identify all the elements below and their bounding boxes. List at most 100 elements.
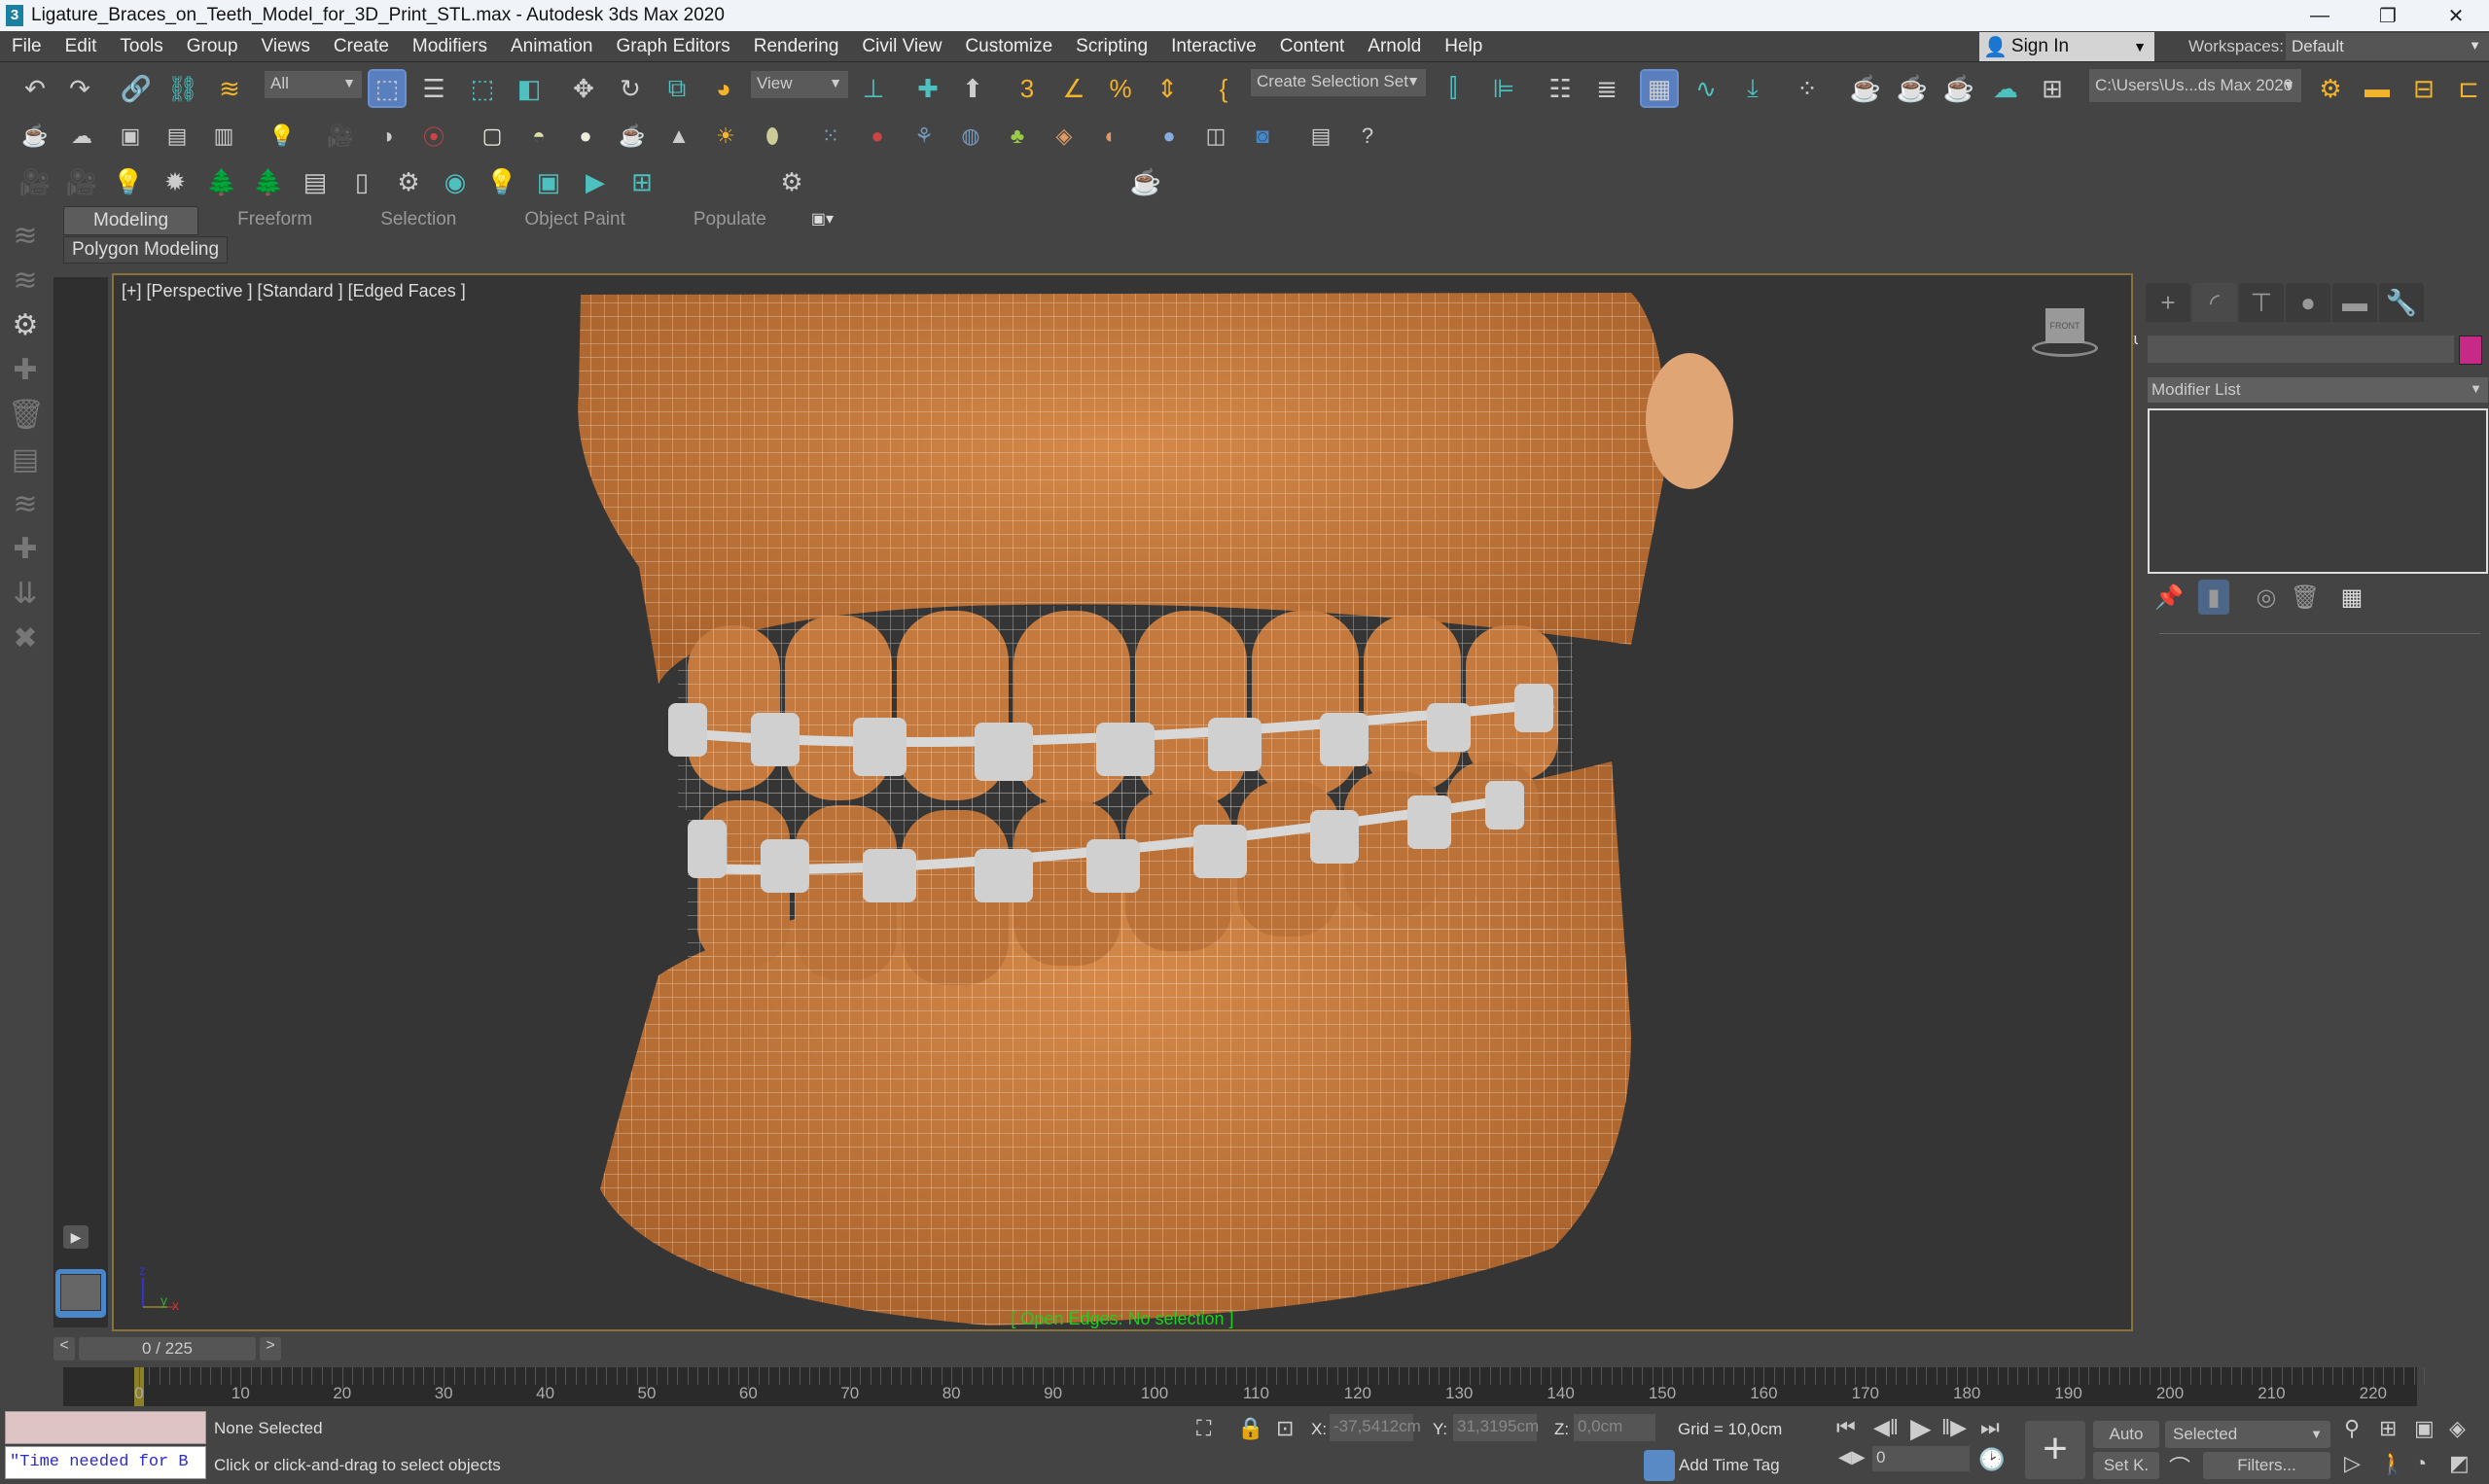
select-object-icon[interactable]: ⬚ <box>368 69 407 108</box>
grid-panel-icon[interactable]: ▥ <box>206 119 241 154</box>
maxscript-listener-output[interactable]: "Time needed for B <box>5 1446 206 1479</box>
ribbon-options-icon[interactable]: ▣▾ <box>805 206 839 235</box>
tree-list-icon[interactable]: ▤ <box>298 164 333 199</box>
add-time-tag-icon[interactable] <box>1644 1450 1675 1481</box>
lens-icon[interactable]: ◉ <box>438 164 473 199</box>
perspective-viewport[interactable]: [+] [Perspective ] [Standard ] [Edged Fa… <box>112 273 2133 1331</box>
project-hierarchy-icon[interactable]: ⊏ <box>2451 71 2486 106</box>
frame-buffer-icon[interactable]: ◙ <box>1245 119 1280 154</box>
keyboard-shortcut-override-icon[interactable]: ⬆ <box>955 71 990 106</box>
menu-group[interactable]: Group <box>175 36 250 57</box>
key-mode-icon[interactable]: ◀▶ <box>1838 1447 1866 1467</box>
render-elements-icon[interactable]: ◫ <box>1198 119 1233 154</box>
selection-filter-dropdown[interactable]: All ▼ <box>265 71 362 98</box>
camera-add-icon[interactable]: 🎥 <box>64 164 99 199</box>
render-window-icon[interactable]: ▣ <box>113 119 148 154</box>
sun-light-icon[interactable]: ☀ <box>708 119 743 154</box>
select-manipulate-icon[interactable]: ✚ <box>910 71 945 106</box>
toggle-ribbon-icon[interactable]: ▦ <box>1640 69 1679 108</box>
play-icon[interactable]: ▶ <box>1910 1412 1932 1444</box>
trees-icon[interactable]: 🌲 <box>204 164 239 199</box>
remove-modifier-icon[interactable]: 🗑 <box>2290 580 2321 615</box>
viewport-layout-icon[interactable]: ▣ <box>531 164 566 199</box>
y-coordinate-field[interactable]: 31,3195cm <box>1453 1414 1539 1441</box>
camera-icon[interactable]: 🎥 <box>323 119 358 154</box>
scene-explorer-icon[interactable]: ☷ <box>1543 71 1578 106</box>
bind-space-warp-icon[interactable]: ≋ <box>212 71 247 106</box>
render-cloud-icon[interactable]: ☁ <box>1988 71 2023 106</box>
menu-content[interactable]: Content <box>1268 36 1357 57</box>
orbit-icon[interactable]: ◔ <box>2414 1451 2427 1476</box>
add-time-tag-label[interactable]: Add Time Tag <box>1679 1456 1780 1475</box>
motion-tab-icon[interactable]: ● <box>2286 283 2330 322</box>
display-tab-icon[interactable]: ▬ <box>2332 283 2377 322</box>
track-bar[interactable]: 0 10 20 30 40 50 60 70 80 90 100 110 120 130 140 150 160… <box>63 1367 2425 1406</box>
box-light-icon[interactable]: ▢ <box>475 119 510 154</box>
zoom-extents-all-icon[interactable]: ◈ <box>2449 1416 2466 1441</box>
key-filters-button[interactable]: Filters... <box>2203 1452 2330 1479</box>
move-icon[interactable]: ✥ <box>566 71 601 106</box>
field-of-view-icon[interactable]: ▷ <box>2344 1451 2361 1476</box>
tab-populate[interactable]: Populate <box>664 206 796 235</box>
curve-editor-icon[interactable]: ∿ <box>1689 71 1724 106</box>
toon-icon[interactable]: ◈ <box>1047 119 1082 154</box>
menu-customize[interactable]: Customize <box>953 36 1064 57</box>
hierarchy-tab-icon[interactable]: ⊤ <box>2239 283 2284 322</box>
menu-views[interactable]: Views <box>250 36 322 57</box>
render-setup-icon[interactable]: ☕ <box>1848 71 1883 106</box>
pin-stack-icon[interactable]: 📌 <box>2153 580 2185 615</box>
tab-object-paint[interactable]: Object Paint <box>495 206 655 235</box>
list-panel-icon[interactable]: ▤ <box>160 119 195 154</box>
scatter-icon[interactable]: ⁙ <box>813 119 848 154</box>
menu-rendering[interactable]: Rendering <box>742 36 851 57</box>
project-folder-dropdown[interactable]: C:\Users\Us...ds Max 2020 ▼ <box>2089 69 2301 102</box>
set-key-button[interactable]: + <box>2025 1421 2085 1479</box>
viewcube-face[interactable]: FRONT <box>2045 308 2084 343</box>
cloud-icon[interactable]: ☁ <box>64 119 99 154</box>
default-tangent-icon[interactable]: ⌒ <box>2169 1451 2190 1482</box>
teeth-model[interactable] <box>114 275 2133 1331</box>
current-frame-field[interactable]: 0 <box>1872 1446 1970 1471</box>
zoom-icon[interactable]: ⚲ <box>2344 1416 2360 1441</box>
edit-named-selection-icon[interactable]: { <box>1206 71 1241 106</box>
minimize-button[interactable]: — <box>2286 0 2354 31</box>
maxscript-listener-input[interactable] <box>5 1411 206 1444</box>
schematic-view-icon[interactable]: ⤓ <box>1735 71 1770 106</box>
zoom-extents-icon[interactable]: ▣ <box>2414 1416 2435 1441</box>
menu-file[interactable]: File <box>0 36 53 57</box>
set-key-mode-button[interactable]: Set K. <box>2093 1452 2159 1479</box>
walk-through-icon[interactable]: 🚶 <box>2379 1451 2405 1476</box>
rectangular-selection-icon[interactable]: ⬚ <box>465 71 500 106</box>
sun-icon[interactable]: ✹ <box>158 164 193 199</box>
menu-civil-view[interactable]: Civil View <box>850 36 953 57</box>
menu-edit[interactable]: Edit <box>53 36 109 57</box>
material-sphere-icon[interactable]: ● <box>860 119 895 154</box>
layer-settings-icon[interactable]: ⚙ <box>8 308 43 343</box>
time-prev-button[interactable]: < <box>53 1337 75 1360</box>
tree-icon[interactable]: 🌲 <box>251 164 286 199</box>
project-settings-icon[interactable]: ⚙ <box>2313 71 2348 106</box>
link-icon[interactable]: 🔗 <box>119 71 154 106</box>
teapot-script-icon[interactable]: ☕ <box>1128 164 1163 199</box>
tree-doc-icon[interactable]: ▯ <box>344 164 379 199</box>
next-frame-icon[interactable]: ‖▶ <box>1941 1415 1967 1440</box>
modifier-list-dropdown[interactable]: Modifier List ▼ <box>2148 377 2488 403</box>
window-crossing-icon[interactable]: ◧ <box>512 71 547 106</box>
physical-camera-icon[interactable]: ◑ <box>370 119 405 154</box>
previous-frame-icon[interactable]: ◀‖ <box>1873 1415 1899 1440</box>
object-name-field[interactable] <box>2148 336 2454 363</box>
key-filter-dropdown[interactable]: Selected ▼ <box>2165 1421 2330 1448</box>
add-to-layer-icon[interactable]: ✚ <box>8 532 43 567</box>
fur-icon[interactable]: ♣ <box>1000 119 1035 154</box>
spinner-snap-icon[interactable]: ⇕ <box>1150 71 1185 106</box>
layer-doc-icon[interactable]: ≋ <box>8 487 43 522</box>
modify-tab-icon[interactable]: ◜ <box>2192 283 2237 322</box>
merge-layers-icon[interactable]: ⇊ <box>8 577 43 612</box>
play-panel-icon[interactable]: ▶ <box>578 164 613 199</box>
new-layer-icon[interactable]: ✚ <box>8 353 43 388</box>
cone-light-icon[interactable]: ▲ <box>661 119 696 154</box>
expand-explorer-button[interactable]: ▶ <box>63 1225 89 1249</box>
material-editor-icon[interactable]: ⁘ <box>1790 71 1825 106</box>
scale-icon[interactable]: ⧉ <box>659 71 694 106</box>
camera-create-icon[interactable]: 🎥 <box>18 164 53 199</box>
